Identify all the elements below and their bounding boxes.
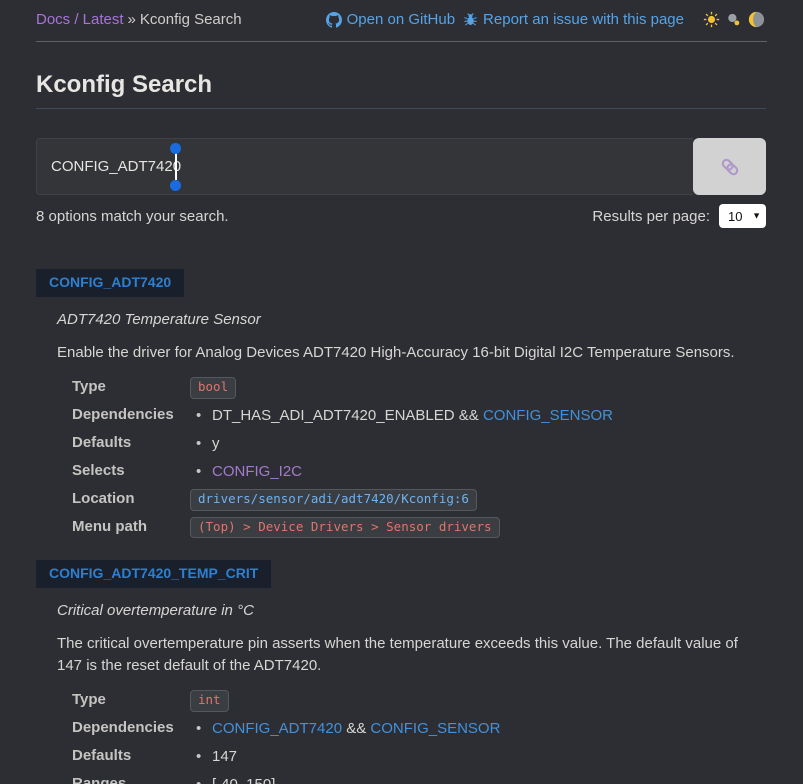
- property-value: y: [190, 433, 766, 455]
- kconfig-result-card: CONFIG_ADT7420 ADT7420 Temperature Sensor…: [36, 269, 766, 538]
- result-card-header: CONFIG_ADT7420: [36, 269, 184, 297]
- property-bullet-list: CONFIG_I2C: [190, 461, 766, 483]
- property-label: Dependencies: [72, 718, 190, 736]
- breadcrumb-current: Kconfig Search: [140, 11, 242, 28]
- property-label: Menu path: [72, 517, 190, 535]
- report-issue-label: Report an issue with this page: [483, 11, 684, 28]
- option-description: The critical overtemperature pin asserts…: [57, 633, 766, 677]
- results-summary: 8 options match your search.: [36, 208, 229, 225]
- breadcrumb: Docs / Latest»Kconfig Search: [36, 11, 242, 28]
- property-label: Type: [72, 377, 190, 395]
- kconfig-option-link[interactable]: CONFIG_ADT7420: [212, 720, 342, 737]
- property-value: DT_HAS_ADI_ADT7420_ENABLED && CONFIG_SEN…: [190, 405, 766, 427]
- property-value: 147: [190, 746, 766, 768]
- expression-text: &&: [342, 720, 370, 737]
- chain-link-icon: [717, 154, 743, 180]
- option-prompt: ADT7420 Temperature Sensor: [57, 311, 766, 328]
- top-bar: Docs / Latest»Kconfig Search Open on Git…: [0, 0, 803, 30]
- property-value: (Top) > Device Drivers > Sensor drivers: [190, 517, 766, 539]
- property-value: CONFIG_I2C: [190, 461, 766, 483]
- property-bullet-item: DT_HAS_ADI_ADT7420_ENABLED && CONFIG_SEN…: [190, 405, 766, 427]
- property-value: int: [190, 690, 766, 712]
- property-bullet-item: y: [190, 433, 766, 455]
- kconfig-search-input[interactable]: [36, 138, 693, 195]
- code-badge: bool: [190, 377, 236, 399]
- property-bullet-list: y: [190, 433, 766, 455]
- selection-handle-top[interactable]: [170, 143, 181, 154]
- results-per-page-label: Results per page:: [592, 208, 710, 225]
- result-option-name-link[interactable]: CONFIG_ADT7420_TEMP_CRIT: [49, 565, 258, 581]
- kconfig-option-link[interactable]: CONFIG_SENSOR: [370, 720, 500, 737]
- auto-theme-icon: [726, 15, 741, 30]
- property-bullet-item: CONFIG_ADT7420 && CONFIG_SENSOR: [190, 718, 766, 740]
- kconfig-option-link[interactable]: CONFIG_I2C: [212, 463, 302, 480]
- code-badge: (Top) > Device Drivers > Sensor drivers: [190, 517, 500, 539]
- results-per-page: Results per page: 10 ▼: [592, 204, 766, 228]
- moon-icon: [747, 17, 766, 32]
- property-label: Location: [72, 489, 190, 507]
- auto-theme-button[interactable]: [725, 11, 742, 28]
- property-label: Selects: [72, 461, 190, 479]
- property-label: Type: [72, 690, 190, 708]
- property-value: [-40, 150]: [190, 774, 766, 784]
- github-icon: [326, 12, 342, 28]
- selection-handle-bottom[interactable]: [170, 180, 181, 191]
- text-cursor: [175, 153, 177, 180]
- page-title: Kconfig Search: [36, 71, 766, 109]
- property-label: Defaults: [72, 433, 190, 451]
- expression-text: DT_HAS_ADI_ADT7420_ENABLED &&: [212, 407, 483, 424]
- breadcrumb-docs-latest-link[interactable]: Docs / Latest: [36, 11, 124, 28]
- result-option-name-link[interactable]: CONFIG_ADT7420: [49, 274, 171, 290]
- property-label: Ranges: [72, 774, 190, 784]
- open-on-github-label: Open on GitHub: [347, 11, 455, 28]
- option-properties-table: TypeintDependenciesCONFIG_ADT7420 && CON…: [72, 690, 766, 784]
- property-bullet-list: 147: [190, 746, 766, 768]
- report-issue-link[interactable]: Report an issue with this page: [463, 11, 684, 28]
- property-label: Defaults: [72, 746, 190, 764]
- open-on-github-link[interactable]: Open on GitHub: [326, 11, 455, 28]
- property-value: bool: [190, 377, 766, 399]
- property-bullet-item: [-40, 150]: [190, 774, 766, 784]
- permalink-button[interactable]: [693, 138, 766, 195]
- breadcrumb-separator: »: [128, 11, 136, 28]
- bug-icon: [463, 12, 478, 27]
- results-per-page-select[interactable]: 10: [719, 204, 766, 228]
- property-value: drivers/sensor/adi/adt7420/Kconfig:6: [190, 489, 766, 511]
- expression-text: [-40, 150]: [212, 776, 275, 784]
- dark-theme-button[interactable]: [746, 9, 767, 30]
- property-label: Dependencies: [72, 405, 190, 423]
- code-badge: drivers/sensor/adi/adt7420/Kconfig:6: [190, 489, 477, 511]
- option-description: Enable the driver for Analog Devices ADT…: [57, 342, 766, 364]
- kconfig-result-card: CONFIG_ADT7420_TEMP_CRIT Critical overtem…: [36, 560, 766, 784]
- expression-text: y: [212, 435, 220, 452]
- option-properties-table: TypeboolDependenciesDT_HAS_ADI_ADT7420_E…: [72, 377, 766, 539]
- sun-icon: [703, 16, 720, 31]
- code-badge: int: [190, 690, 229, 712]
- property-bullet-list: [-40, 150]: [190, 774, 766, 784]
- property-value: CONFIG_ADT7420 && CONFIG_SENSOR: [190, 718, 766, 740]
- kconfig-option-link[interactable]: CONFIG_SENSOR: [483, 407, 613, 424]
- property-bullet-list: DT_HAS_ADI_ADT7420_ENABLED && CONFIG_SEN…: [190, 405, 766, 427]
- property-bullet-item: CONFIG_I2C: [190, 461, 766, 483]
- main-content: Kconfig Search 8 options match your sear…: [0, 71, 803, 784]
- theme-switcher: [702, 9, 767, 30]
- property-bullet-list: CONFIG_ADT7420 && CONFIG_SENSOR: [190, 718, 766, 740]
- option-prompt: Critical overtemperature in °C: [57, 602, 766, 619]
- result-card-header: CONFIG_ADT7420_TEMP_CRIT: [36, 560, 271, 588]
- top-actions: Open on GitHub Report an issue with this…: [326, 9, 767, 30]
- light-theme-button[interactable]: [702, 10, 721, 29]
- expression-text: 147: [212, 748, 237, 765]
- results-meta-row: 8 options match your search. Results per…: [36, 204, 766, 228]
- topbar-divider: [36, 41, 767, 42]
- kconfig-search-bar: [36, 138, 766, 195]
- results-list: CONFIG_ADT7420 ADT7420 Temperature Sensor…: [36, 269, 766, 784]
- property-bullet-item: 147: [190, 746, 766, 768]
